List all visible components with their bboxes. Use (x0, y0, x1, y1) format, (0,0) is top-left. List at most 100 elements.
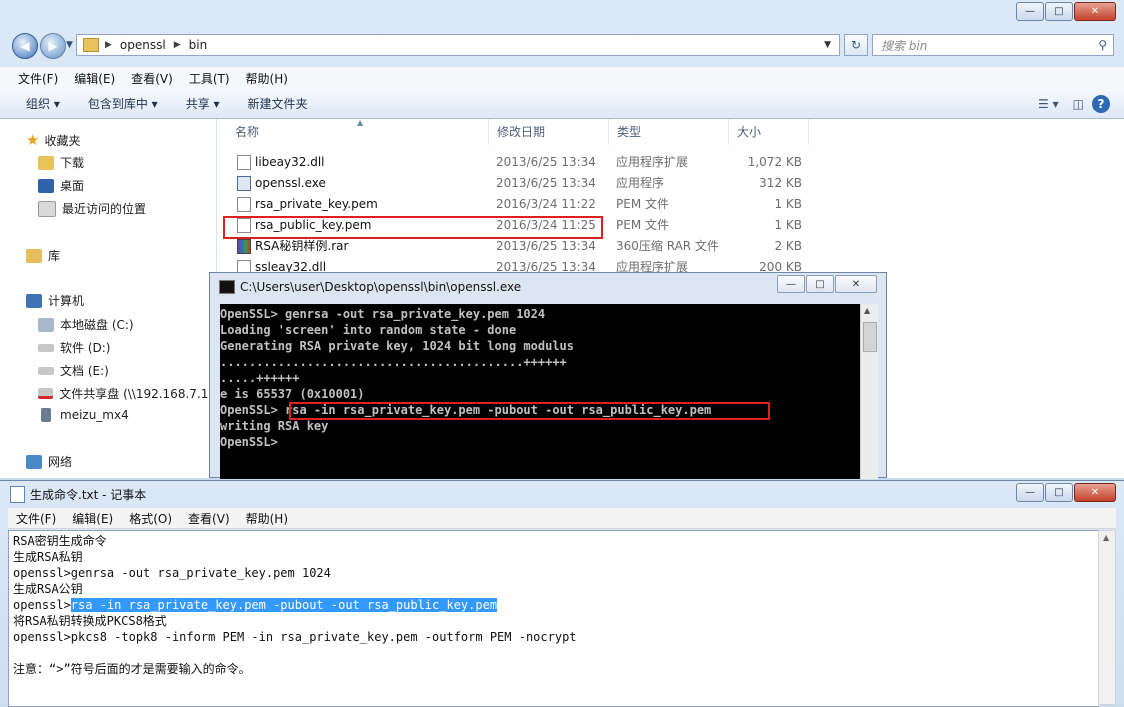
close-button[interactable]: ✕ (1074, 483, 1116, 502)
back-button[interactable]: ◀ (12, 33, 38, 59)
help-icon[interactable]: ? (1092, 94, 1110, 113)
share-button[interactable]: 共享 ▾ (172, 95, 234, 112)
file-type: PEM 文件 (616, 197, 669, 211)
preview-pane-icon[interactable]: ◫ (1065, 97, 1092, 111)
nav-libraries[interactable]: 库 (26, 247, 60, 264)
exe-file-icon (237, 176, 251, 191)
menu-format[interactable]: 格式(O) (121, 510, 180, 527)
navigation-pane: ★ 收藏夹 下载 桌面 最近访问的位置 库 计算机 本地磁盘 (C:) 软件 (… (0, 119, 217, 478)
highlight-box (223, 216, 603, 239)
console-scrollbar[interactable]: ▲ (860, 304, 878, 479)
menu-edit[interactable]: 编辑(E) (66, 70, 123, 87)
nav-drive-e[interactable]: 文档 (E:) (38, 362, 109, 379)
console-line: Generating RSA private key, 1024 bit lon… (220, 339, 575, 353)
desktop-icon (38, 178, 54, 193)
notepad-scrollbar[interactable]: ▲ (1098, 530, 1116, 705)
breadcrumb-chevron-icon: ▶ (105, 40, 112, 50)
text-line: RSA密钥生成命令 (13, 534, 107, 548)
notepad-app-icon (10, 486, 25, 503)
folder-icon (83, 38, 99, 52)
organize-button[interactable]: 组织 ▾ (12, 95, 74, 112)
menu-file[interactable]: 文件(F) (10, 70, 66, 87)
nav-computer[interactable]: 计算机 (26, 292, 84, 309)
search-icon[interactable]: ⚲ (1098, 38, 1107, 52)
minimize-button[interactable]: — (1016, 483, 1044, 502)
nav-drive-d[interactable]: 软件 (D:) (38, 339, 110, 356)
file-name: openssl.exe (255, 176, 326, 190)
menu-view[interactable]: 查看(V) (180, 510, 238, 527)
nav-recent-places[interactable]: 最近访问的位置 (38, 200, 146, 217)
scroll-thumb[interactable] (863, 322, 877, 352)
notepad-title: 生成命令.txt - 记事本 (30, 488, 147, 502)
file-date: 2013/6/25 13:34 (496, 155, 596, 169)
console-line: ........................................… (220, 355, 567, 369)
text-line: openssl>pkcs8 -topk8 -inform PEM -in rsa… (13, 630, 577, 644)
column-header-size[interactable]: 大小 (729, 119, 809, 145)
menu-tools[interactable]: 工具(T) (181, 70, 238, 87)
nav-label: 本地磁盘 (C:) (60, 318, 134, 332)
include-in-library-button[interactable]: 包含到库中 ▾ (74, 95, 172, 112)
nav-favorites[interactable]: ★ 收藏夹 (26, 131, 80, 149)
address-bar[interactable]: ▶ openssl ▶ bin ▼ (76, 34, 840, 56)
nav-label: 文件共享盘 (\\192.168.7.12 (59, 387, 216, 401)
notepad-menu-bar: 文件(F) 编辑(E) 格式(O) 查看(V) 帮助(H) (8, 508, 1116, 529)
file-row[interactable]: openssl.exe 2013/6/25 13:34 应用程序 312 KB (217, 173, 1124, 194)
nav-label: 下载 (60, 156, 85, 170)
text-line: 将RSA私钥转换成PKCS8格式 (13, 614, 167, 628)
file-row[interactable]: RSA秘钥样例.rar 2013/6/25 13:34 360压缩 RAR 文件… (217, 236, 1124, 257)
text-line-with-selection: openssl>rsa -in rsa_private_key.pem -pub… (13, 597, 498, 613)
search-input[interactable]: 搜索 bin ⚲ (872, 34, 1114, 56)
close-button[interactable]: ✕ (835, 275, 877, 293)
nav-label: 网络 (48, 455, 73, 469)
file-date: 2013/6/25 13:34 (496, 239, 596, 253)
file-size: 1 KB (774, 218, 802, 232)
star-icon: ★ (26, 131, 40, 149)
breadcrumb-bin[interactable]: bin (189, 38, 208, 52)
nav-desktop[interactable]: 桌面 (38, 177, 84, 194)
phone-icon (41, 408, 51, 422)
file-size: 2 KB (774, 239, 802, 253)
minimize-button[interactable]: — (777, 275, 805, 293)
column-header-date[interactable]: 修改日期 (489, 119, 609, 145)
notepad-text-area[interactable]: RSA密钥生成命令 生成RSA私钥 openssl>genrsa -out rs… (8, 530, 1099, 707)
breadcrumb-openssl[interactable]: openssl (120, 38, 166, 52)
nav-network-share[interactable]: 文件共享盘 (\\192.168.7.12 (38, 385, 216, 402)
nav-label: meizu_mx4 (60, 408, 129, 422)
breadcrumb-chevron-icon: ▶ (173, 40, 181, 50)
menu-help[interactable]: 帮助(H) (238, 70, 296, 87)
nav-network[interactable]: 网络 (26, 453, 72, 470)
rar-archive-icon (237, 239, 251, 254)
minimize-button[interactable]: — (1016, 2, 1044, 21)
new-folder-button[interactable]: 新建文件夹 (234, 95, 322, 112)
disconnected-drive-icon (38, 388, 54, 399)
maximize-button[interactable]: □ (806, 275, 834, 293)
close-button[interactable]: ✕ (1074, 2, 1116, 21)
nav-drive-c[interactable]: 本地磁盘 (C:) (38, 316, 134, 333)
address-dropdown-icon[interactable]: ▼ (824, 40, 831, 50)
menu-edit[interactable]: 编辑(E) (64, 510, 121, 527)
text-line: 生成RSA公钥 (13, 582, 83, 596)
pem-file-icon (237, 197, 251, 212)
file-row[interactable]: libeay32.dll 2013/6/25 13:34 应用程序扩展 1,07… (217, 152, 1124, 173)
menu-help[interactable]: 帮助(H) (238, 510, 296, 527)
column-header-name[interactable]: 名称 (227, 119, 489, 145)
nav-meizu[interactable]: meizu_mx4 (38, 408, 129, 422)
console-line: .....++++++ (220, 371, 300, 385)
file-name: rsa_private_key.pem (255, 197, 378, 211)
view-options-icon[interactable]: ☰ ▾ (1032, 97, 1065, 111)
scroll-up-icon[interactable]: ▲ (864, 306, 870, 315)
maximize-button[interactable]: □ (1045, 2, 1073, 21)
nav-downloads[interactable]: 下载 (38, 154, 84, 171)
forward-button[interactable]: ▶ (40, 33, 66, 59)
refresh-icon[interactable]: ↻ (844, 34, 868, 56)
column-header-type[interactable]: 类型 (609, 119, 729, 145)
menu-view[interactable]: 查看(V) (123, 70, 181, 87)
selected-text[interactable]: rsa -in rsa_private_key.pem -pubout -out… (70, 598, 498, 612)
menu-file[interactable]: 文件(F) (8, 510, 64, 527)
console-output[interactable]: OpenSSL> genrsa -out rsa_private_key.pem… (220, 304, 860, 479)
maximize-button[interactable]: □ (1045, 483, 1073, 502)
scroll-up-icon[interactable]: ▲ (1103, 533, 1109, 542)
file-type: PEM 文件 (616, 218, 669, 232)
recent-pages-dropdown-icon[interactable]: ▼ (66, 40, 73, 50)
file-row[interactable]: rsa_private_key.pem 2016/3/24 11:22 PEM … (217, 194, 1124, 215)
